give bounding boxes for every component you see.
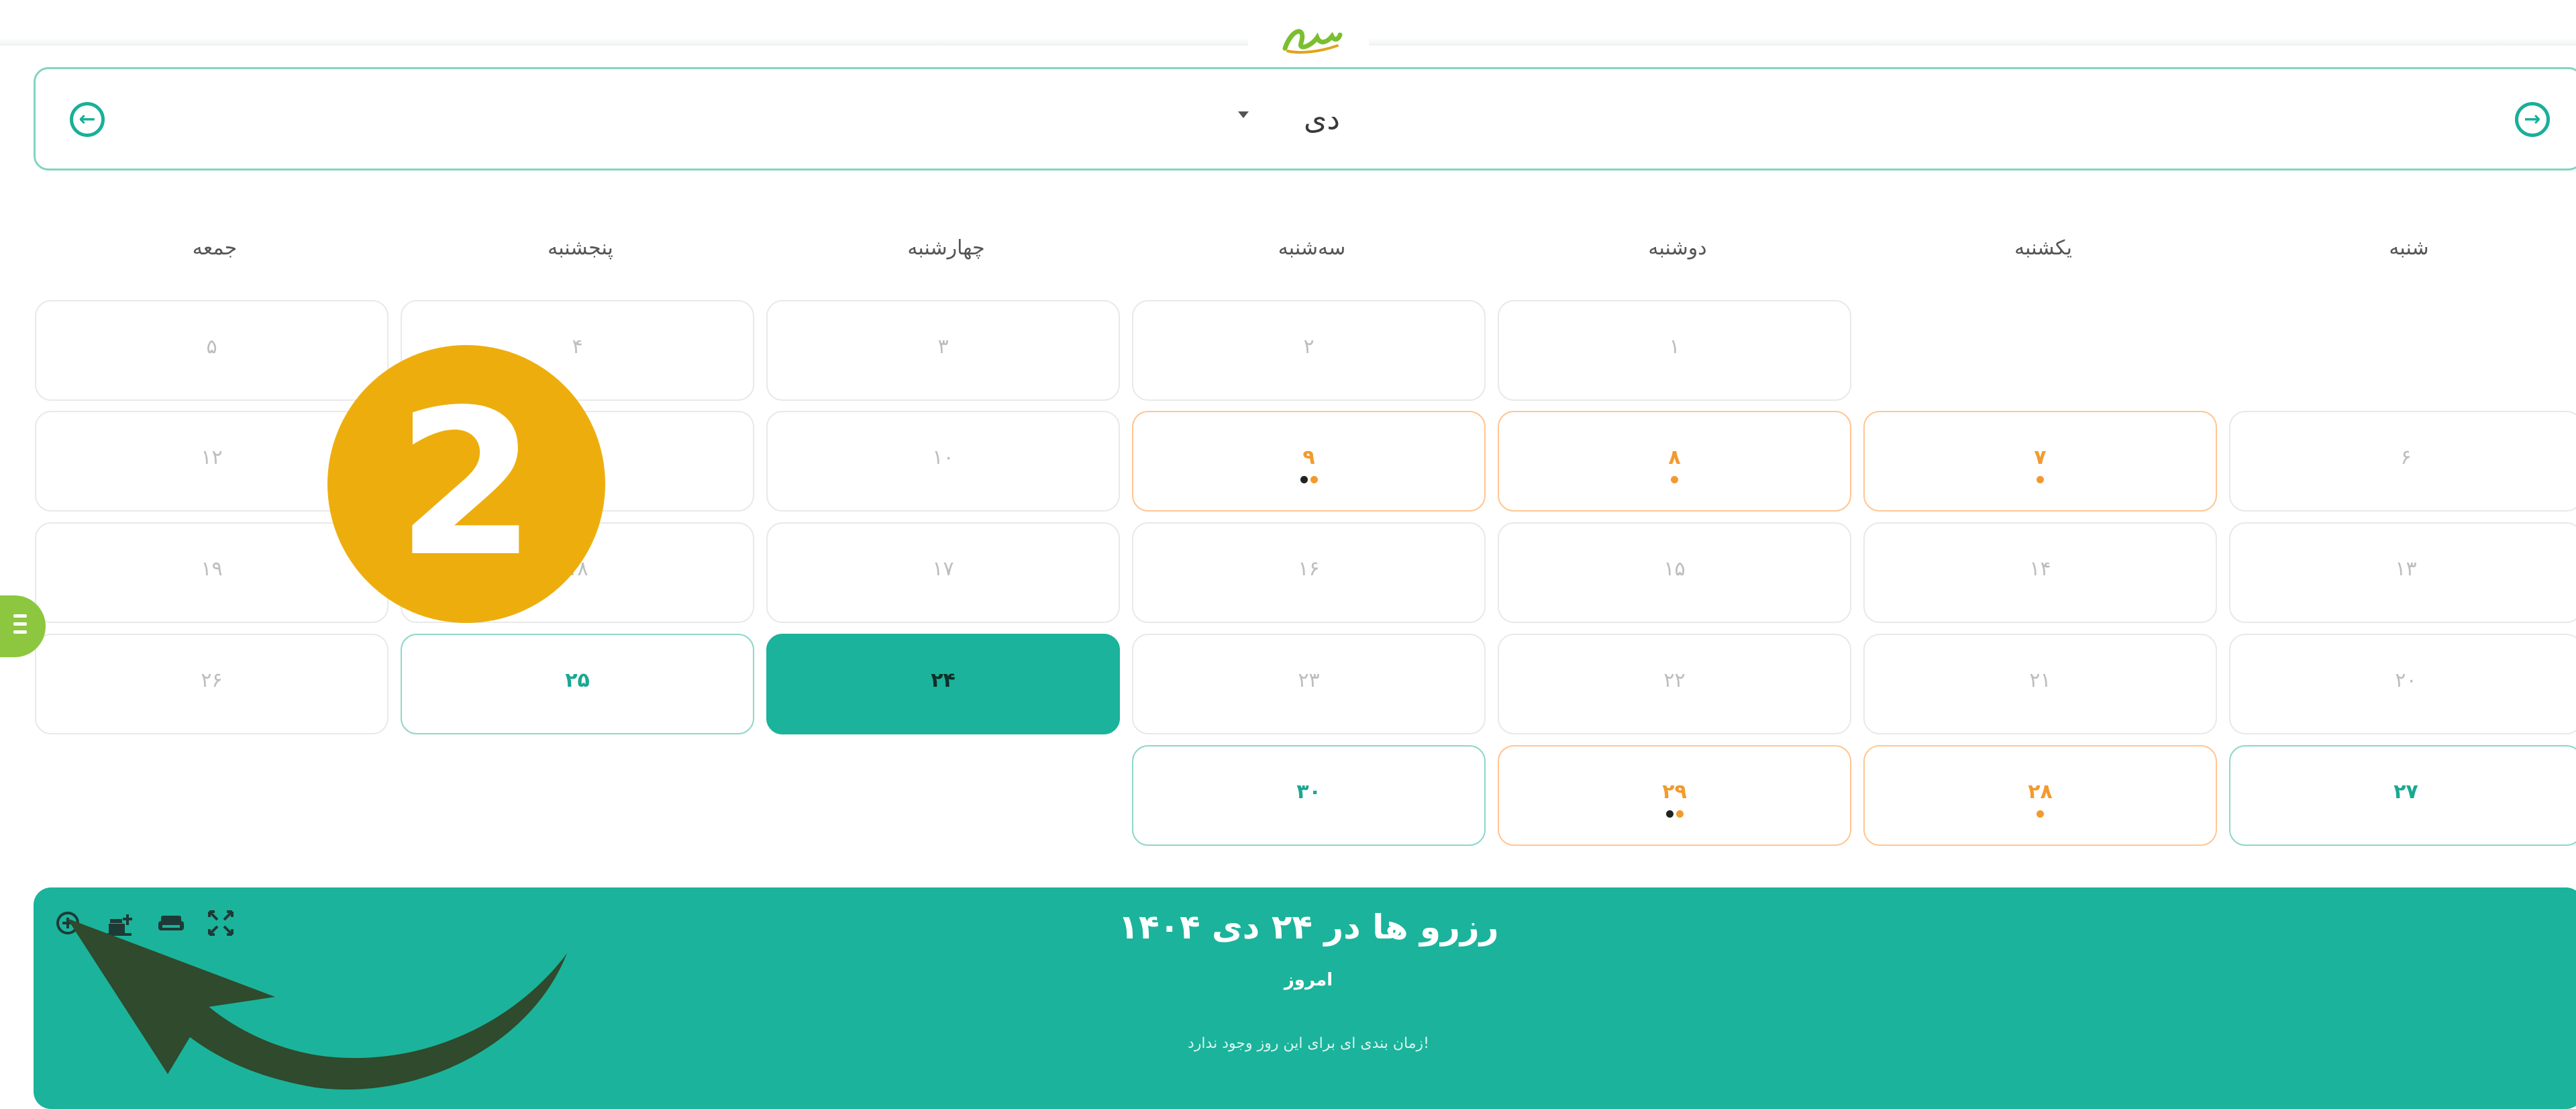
pointer-arrow-annotation [67, 918, 567, 1090]
